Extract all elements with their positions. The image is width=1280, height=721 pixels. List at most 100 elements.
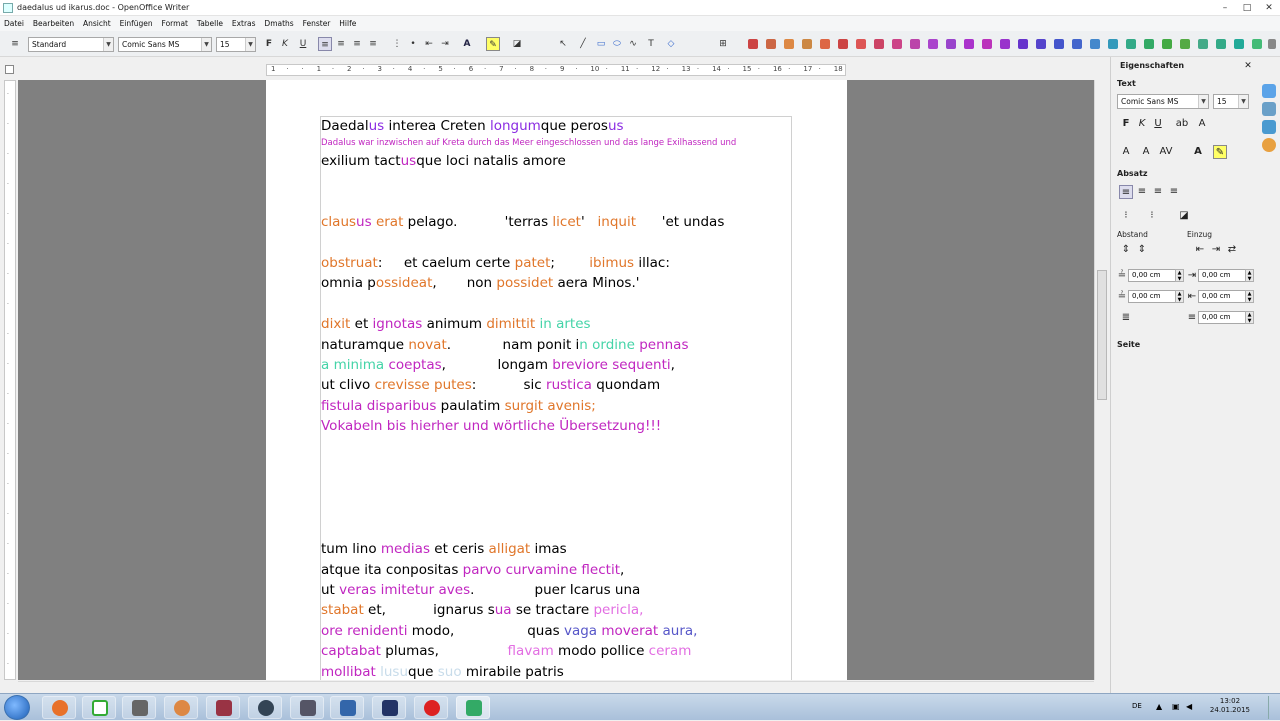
taskbar-app4[interactable] xyxy=(164,696,198,719)
menu-dmaths[interactable]: Dmaths xyxy=(264,16,293,31)
language-indicator[interactable]: DE xyxy=(1132,702,1142,710)
dmaths-vec-icon[interactable] xyxy=(1036,39,1046,49)
bold-button[interactable]: F xyxy=(262,37,276,51)
dmaths-s-icon[interactable] xyxy=(802,39,812,49)
char-spacing-icon[interactable]: AV xyxy=(1159,145,1173,159)
clock[interactable]: 13:02 24.01.2015 xyxy=(1210,697,1250,715)
dmaths-ell-icon[interactable] xyxy=(1018,39,1028,49)
dmaths-q-icon[interactable] xyxy=(1000,39,1010,49)
align-right-icon[interactable]: ≡ xyxy=(350,37,364,51)
shrink-font-icon[interactable]: A xyxy=(1139,145,1153,159)
taskbar-app9[interactable] xyxy=(372,696,406,719)
navigator-tab-icon[interactable] xyxy=(1262,138,1276,152)
dmaths-sum-icon[interactable] xyxy=(1090,39,1100,49)
dmaths-set-icon[interactable] xyxy=(1108,39,1118,49)
text-line[interactable]: dixit et ignotas animum dimittit in arte… xyxy=(321,316,591,332)
sidebar-font-select[interactable]: Comic Sans MS ▼ xyxy=(1117,94,1209,109)
section-page[interactable]: Seite xyxy=(1117,340,1140,349)
horizontal-scrollbar[interactable] xyxy=(18,681,1094,693)
text-line[interactable]: clausus erat pelago. 'terras licet' inqu… xyxy=(321,214,724,230)
menu-ansicht[interactable]: Ansicht xyxy=(83,16,111,31)
sidebar-size-select[interactable]: 15 ▼ xyxy=(1213,94,1249,109)
network-icon[interactable]: ▣ xyxy=(1172,702,1180,711)
grow-font-icon[interactable]: A xyxy=(1119,145,1133,159)
menu-fenster[interactable]: Fenster xyxy=(303,16,331,31)
taskbar-app7[interactable] xyxy=(290,696,324,719)
hanging-indent-icon[interactable]: ⇄ xyxy=(1225,243,1239,257)
after-indent-field[interactable]: 0,00 cm xyxy=(1198,290,1246,303)
dmaths-r-icon[interactable] xyxy=(784,39,794,49)
dmaths-check-icon[interactable] xyxy=(1144,39,1154,49)
sidebar-decrease-indent-icon[interactable]: ⇥ xyxy=(1209,243,1223,257)
font-size-select[interactable]: 15 ▼ xyxy=(216,37,256,52)
numbering-icon[interactable]: ⋮ xyxy=(390,37,404,51)
taskbar-files[interactable] xyxy=(122,696,156,719)
sidebar-align-center-icon[interactable]: ≡ xyxy=(1135,185,1149,199)
dmaths-f-icon[interactable] xyxy=(766,39,776,49)
vertical-scrollbar[interactable] xyxy=(1094,80,1108,680)
properties-tab-icon[interactable] xyxy=(1262,84,1276,98)
taskbar-firefox[interactable] xyxy=(42,696,76,719)
toolbar-more-icon[interactable] xyxy=(1268,39,1276,49)
document-page[interactable]: Daedalus interea Creten longumque perosu… xyxy=(266,80,847,680)
justify-icon[interactable]: ≡ xyxy=(366,37,380,51)
dmaths-draw-icon[interactable] xyxy=(1126,39,1136,49)
menu-hilfe[interactable]: Hilfe xyxy=(339,16,356,31)
chevron-down-icon[interactable]: ▼ xyxy=(103,38,113,51)
dmaths-p-icon[interactable] xyxy=(838,39,848,49)
text-line[interactable]: Dadalus war inzwischen auf Kreta durch d… xyxy=(321,138,736,148)
italic-button[interactable]: K xyxy=(278,37,292,51)
dmaths-c-icon[interactable] xyxy=(982,39,992,49)
align-center-icon[interactable]: ≡ xyxy=(334,37,348,51)
align-left-icon[interactable]: ≡ xyxy=(318,37,332,51)
increase-spacing-icon[interactable]: ⇕ xyxy=(1119,243,1133,257)
section-text[interactable]: Text xyxy=(1117,79,1136,88)
taskbar-camtasia[interactable] xyxy=(82,696,116,719)
menu-bearbeiten[interactable]: Bearbeiten xyxy=(33,16,74,31)
sidebar-bullets-icon[interactable]: ⁝ xyxy=(1119,209,1133,223)
spin-arrows-icon[interactable]: ▲ ▼ xyxy=(1175,290,1184,303)
sidebar-highlight-icon[interactable]: ✎ xyxy=(1213,145,1227,159)
increase-indent-icon[interactable]: ⇥ xyxy=(438,37,452,51)
text-line[interactable]: ut clivo crevisse putes: sic rustica quo… xyxy=(321,377,660,393)
dmaths-e-icon[interactable] xyxy=(964,39,974,49)
dmaths-plus-icon[interactable] xyxy=(1162,39,1172,49)
spin-arrows-icon[interactable]: ▲ ▼ xyxy=(1245,290,1254,303)
vertical-ruler[interactable]: · · · · · · · · · · · · · · · · · · · · xyxy=(4,80,16,680)
text-line[interactable]: atque ita conpositas parvo curvamine fle… xyxy=(321,562,624,578)
close-button[interactable]: ✕ xyxy=(1260,2,1278,14)
menu-einfuegen[interactable]: Einfügen xyxy=(120,16,153,31)
font-color-icon[interactable]: A xyxy=(460,37,474,51)
dmaths-matrix-icon[interactable] xyxy=(1234,39,1244,49)
sidebar-background-icon[interactable]: ◪ xyxy=(1177,209,1191,223)
below-spacing-field[interactable]: 0,00 cm xyxy=(1128,290,1176,303)
chevron-down-icon[interactable]: ▼ xyxy=(245,38,255,51)
sidebar-italic-button[interactable]: K xyxy=(1135,117,1149,131)
section-paragraph[interactable]: Absatz xyxy=(1117,169,1148,178)
maximize-button[interactable]: □ xyxy=(1238,2,1256,14)
curve-icon[interactable]: ∿ xyxy=(626,37,640,51)
dmaths-t-icon[interactable] xyxy=(856,39,866,49)
menu-extras[interactable]: Extras xyxy=(232,16,256,31)
dmaths-grid-icon[interactable] xyxy=(1216,39,1226,49)
taskbar-app8[interactable] xyxy=(330,696,364,719)
tray-expand-icon[interactable]: ▲ xyxy=(1156,702,1162,711)
sidebar-align-left-icon[interactable]: ≡ xyxy=(1119,185,1133,199)
font-name-select[interactable]: Comic Sans MS ▼ xyxy=(118,37,212,52)
underline-button[interactable]: U xyxy=(296,37,310,51)
text-line[interactable]: a minima coeptas, longam breviore sequen… xyxy=(321,357,675,373)
scroll-thumb[interactable] xyxy=(1097,270,1107,400)
dmaths-tt-icon[interactable] xyxy=(874,39,884,49)
text-line[interactable]: ut veras imitetur aves. puer Icarus una xyxy=(321,582,640,598)
text-icon[interactable]: T xyxy=(644,37,658,51)
line-spacing-icon[interactable]: ≣ xyxy=(1119,311,1133,325)
before-indent-field[interactable]: 0,00 cm xyxy=(1198,269,1246,282)
ellipse-icon[interactable]: ⬭ xyxy=(610,37,624,51)
dmaths-list-icon[interactable] xyxy=(1252,39,1262,49)
minimize-button[interactable]: – xyxy=(1216,2,1234,14)
dmaths-o-icon[interactable] xyxy=(928,39,938,49)
taskbar-app5[interactable] xyxy=(206,696,240,719)
chevron-down-icon[interactable]: ▼ xyxy=(201,38,211,51)
dmaths-icon[interactable]: ⊞ xyxy=(716,37,730,51)
paragraph-style-select[interactable]: Standard ▼ xyxy=(28,37,114,52)
